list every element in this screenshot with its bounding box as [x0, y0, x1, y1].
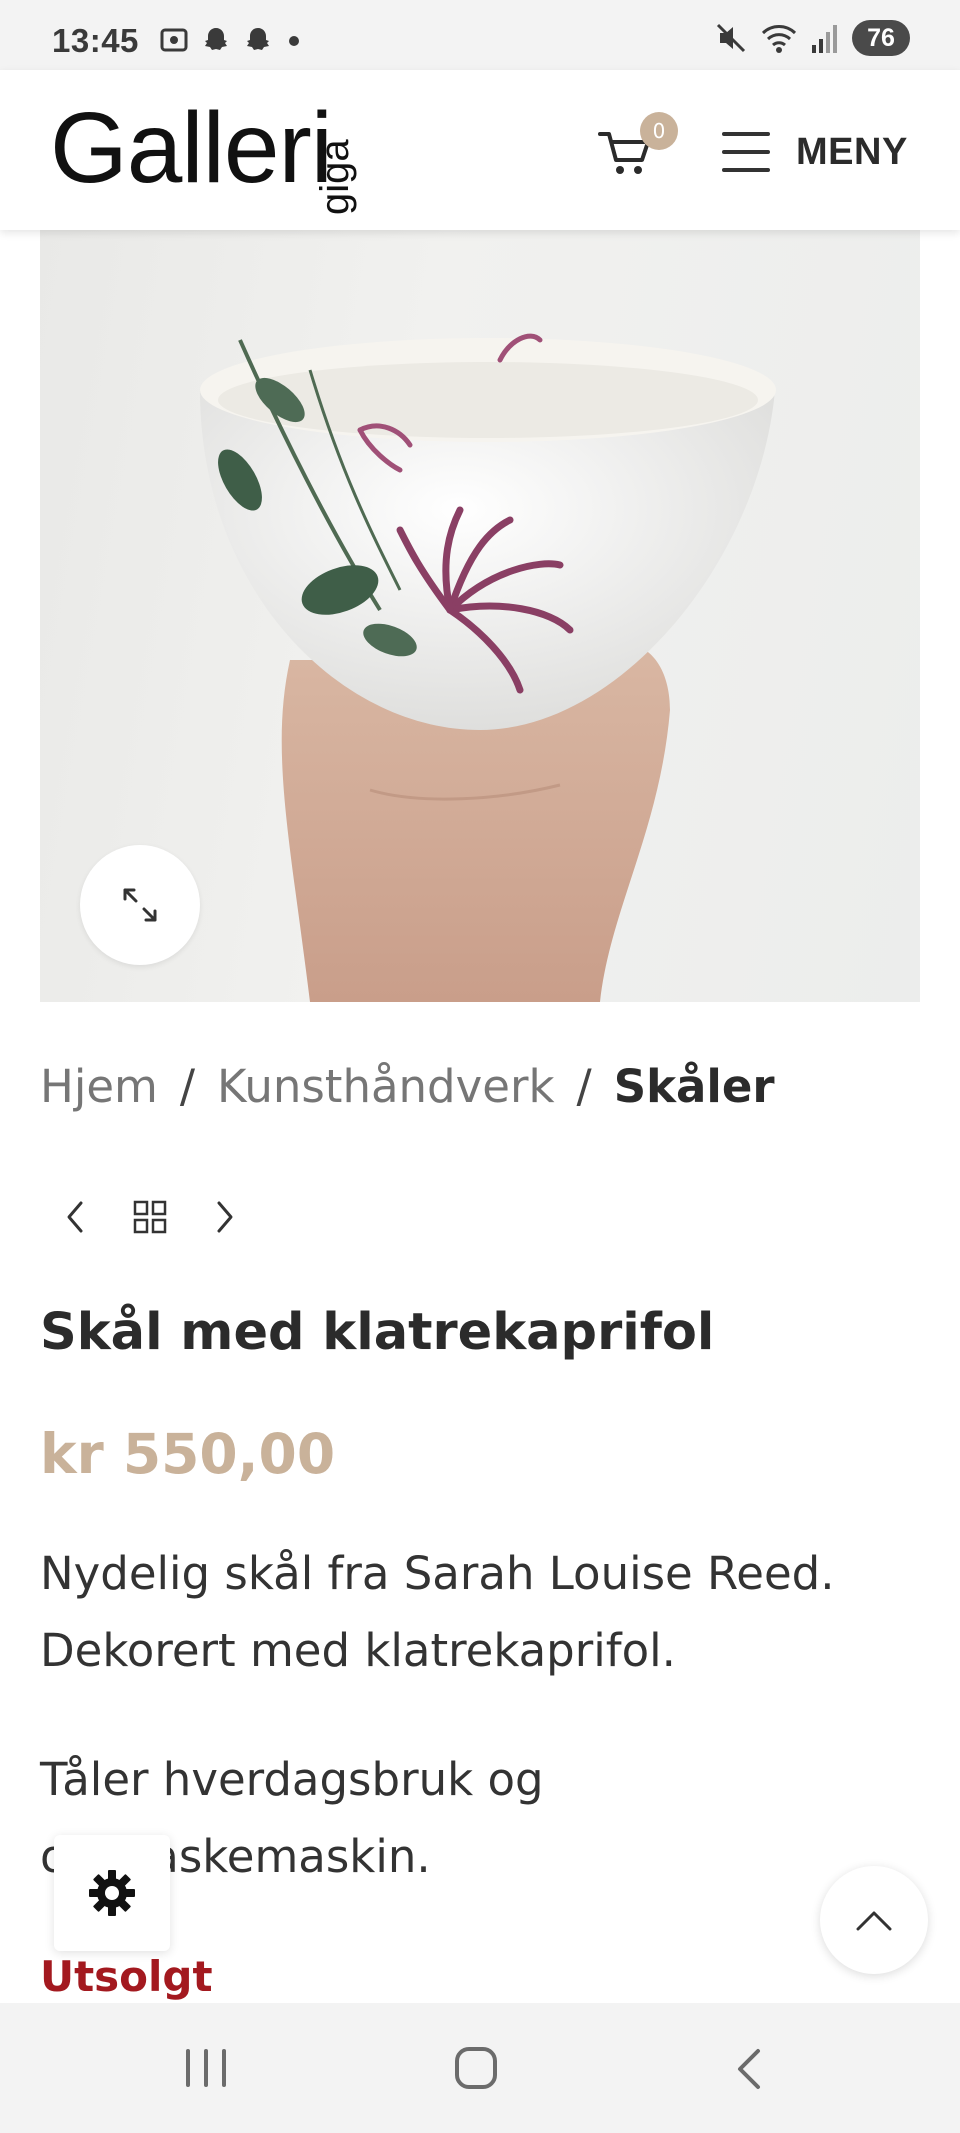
scroll-to-top-button[interactable] — [820, 1866, 928, 1974]
snapchat-icon — [247, 28, 269, 50]
product-description: Nydelig skål fra Sarah Louise Reed. Deko… — [40, 1547, 835, 1677]
hamburger-icon — [722, 132, 770, 172]
signal-icon — [812, 25, 837, 53]
chevron-right-icon — [217, 1201, 233, 1233]
notification-icons — [158, 24, 304, 56]
recent-apps-button[interactable] — [186, 2049, 226, 2087]
logo-main-text: Galleri — [50, 92, 333, 204]
expand-icon — [123, 888, 157, 922]
product-price: kr 550,00 — [40, 1422, 336, 1486]
home-button[interactable] — [455, 2047, 497, 2089]
logo-sub-text: giga — [313, 139, 357, 215]
product-navigation — [54, 1195, 246, 1239]
cookie-settings-button[interactable] — [54, 1835, 170, 1951]
dot-icon — [289, 36, 299, 46]
breadcrumb-current: Skåler — [613, 1060, 775, 1113]
breadcrumb-separator: / — [179, 1060, 196, 1113]
cart-count-badge: 0 — [640, 112, 678, 150]
status-time: 13:45 — [52, 22, 139, 59]
breadcrumb-separator: / — [576, 1060, 592, 1113]
chevron-up-icon — [856, 1911, 892, 1931]
snapchat-icon — [205, 28, 227, 50]
battery-indicator: 76 — [852, 20, 910, 56]
site-logo[interactable]: Galleri — [50, 92, 333, 204]
system-navigation-bar — [0, 2003, 960, 2133]
wifi-icon — [761, 25, 797, 53]
breadcrumb: Hjem / Kunsthåndverk / Skåler — [40, 1060, 775, 1113]
product-image[interactable] — [40, 230, 920, 1002]
next-product-button[interactable] — [202, 1195, 246, 1239]
zoom-button[interactable] — [80, 845, 200, 965]
previous-product-button[interactable] — [54, 1195, 98, 1239]
back-button[interactable] — [734, 2047, 764, 2091]
breadcrumb-home[interactable]: Hjem — [40, 1060, 158, 1113]
grid-icon — [133, 1200, 167, 1234]
menu-button[interactable]: MENY — [722, 122, 908, 182]
menu-label: MENY — [796, 130, 908, 173]
system-icons: 76 — [714, 20, 910, 56]
gear-icon — [89, 1870, 135, 1916]
mute-icon — [716, 23, 746, 53]
chevron-left-icon — [67, 1201, 83, 1233]
status-bar: 13:45 76 — [0, 0, 960, 70]
product-title: Skål med klatrekaprifol — [40, 1303, 715, 1362]
stock-status: Utsolgt — [40, 1952, 213, 2001]
back-to-category-button[interactable] — [128, 1195, 172, 1239]
screenshot-icon — [160, 28, 188, 52]
breadcrumb-category[interactable]: Kunsthåndverk — [217, 1060, 554, 1113]
site-header: Galleri giga 0 MENY — [0, 70, 960, 230]
product-description: Tåler hverdagsbruk og oppvaskemaskin. — [40, 1753, 544, 1883]
